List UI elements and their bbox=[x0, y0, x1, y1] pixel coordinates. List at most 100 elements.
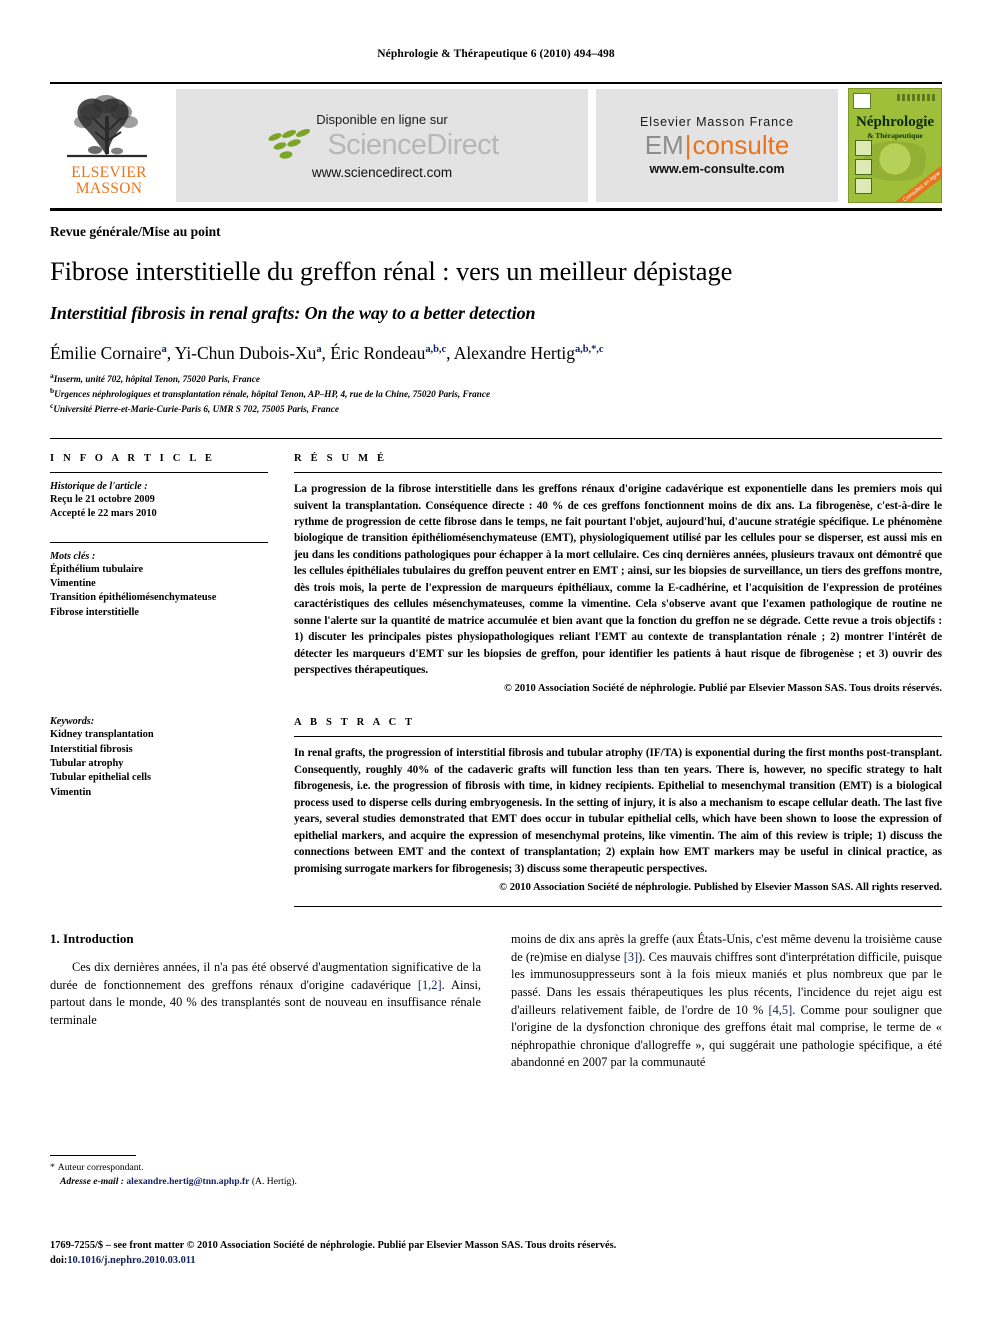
section-title-introduction: 1. Introduction bbox=[50, 931, 134, 947]
intro-paragraph-left: Ces dix dernières années, il n'a pas été… bbox=[50, 959, 481, 1029]
intro-text-a: Ces dix dernières années, il n'a pas été… bbox=[50, 960, 481, 992]
keyword-item: Tubular atrophy bbox=[50, 757, 124, 769]
sciencedirect-logo: ScienceDirect bbox=[265, 128, 499, 163]
elsevier-wordmark: ELSEVIER MASSON bbox=[71, 165, 147, 197]
corresponding-author-footnote: * Auteur correspondant. Adresse e-mail : … bbox=[50, 1155, 481, 1190]
motscle-item: Épithélium tubulaire bbox=[50, 563, 144, 575]
footer-front-matter: 1769-7255/$ – see front matter © 2010 As… bbox=[50, 1240, 617, 1251]
history-received: Reçu le 21 octobre 2009 bbox=[50, 494, 155, 506]
doi-link[interactable]: 10.1016/j.nephro.2010.03.011 bbox=[67, 1255, 195, 1266]
citation-ref[interactable]: [1,2] bbox=[418, 978, 442, 992]
body-column-right: moins de dix ans après la greffe (aux Ét… bbox=[511, 931, 942, 1072]
footnote-corresponding-text: Auteur correspondant. bbox=[57, 1162, 144, 1173]
abstract-region: I N F O A R T I C L E Historique de l'ar… bbox=[50, 438, 942, 908]
page-title: Fibrose interstitielle du greffon rénal … bbox=[50, 256, 733, 286]
footnote-corresponding-line: * Auteur correspondant. bbox=[50, 1161, 481, 1175]
elsevier-masson-logo: ELSEVIER MASSON bbox=[50, 84, 168, 208]
affiliation-list: aInserm, unité 702, hôpital Tenon, 75020… bbox=[50, 371, 942, 416]
abstract-block: A B S T R A C T In renal grafts, the pro… bbox=[294, 717, 942, 893]
sciencedirect-wordmark: ScienceDirect bbox=[327, 129, 499, 161]
motscle-item: Transition épithéliomésenchymateuse bbox=[50, 592, 217, 604]
cover-thumb-3 bbox=[855, 178, 872, 194]
author-name: Éric Rondeau bbox=[330, 342, 426, 363]
sciencedirect-url[interactable]: www.sciencedirect.com bbox=[312, 165, 452, 180]
running-head: Néphrologie & Thérapeutique 6 (2010) 494… bbox=[377, 48, 615, 60]
em-consulte-panel: Elsevier Masson France EM|consulte www.e… bbox=[596, 89, 838, 202]
affiliation-item: bUrgences néphrologiques et transplantat… bbox=[50, 386, 942, 401]
em-consulte-publisher: Elsevier Masson France bbox=[640, 115, 794, 129]
doi-prefix: doi: bbox=[50, 1255, 68, 1267]
keywords-block: Keywords: Kidney transplantation Interst… bbox=[50, 716, 268, 800]
abstract-text: In renal grafts, the progression of inte… bbox=[294, 747, 942, 875]
masthead: ELSEVIER MASSON Disponible en ligne sur bbox=[50, 82, 942, 211]
article-info-column: I N F O A R T I C L E Historique de l'ar… bbox=[50, 453, 294, 907]
resume-copyright: © 2010 Association Société de néphrologi… bbox=[504, 683, 942, 695]
keywords-label: Keywords: bbox=[50, 716, 95, 728]
footer-doi-line: doi:10.1016/j.nephro.2010.03.011 bbox=[50, 1253, 942, 1268]
page-title-english: Interstitial fibrosis in renal grafts: O… bbox=[50, 302, 536, 323]
motscles-label: Mots clés : bbox=[50, 550, 96, 562]
elsevier-wordmark-line1: ELSEVIER bbox=[71, 164, 147, 181]
em-consulte-logo-divider: | bbox=[684, 130, 692, 160]
citation-ref[interactable]: [3] bbox=[624, 950, 638, 964]
title-block: Revue générale/Mise au point Fibrose int… bbox=[50, 211, 942, 416]
author-name: Alexandre Hertig bbox=[453, 342, 575, 363]
sciencedirect-leaves-icon bbox=[268, 128, 311, 159]
cover-journal-title: Néphrologie bbox=[855, 114, 935, 130]
author-separator: , bbox=[321, 342, 331, 363]
author-separator: , bbox=[446, 342, 454, 363]
affiliation-text: Université Pierre-et-Marie-Curie-Paris 6… bbox=[53, 403, 339, 414]
motscle-item: Vimentine bbox=[50, 578, 96, 590]
cover-header-text bbox=[897, 94, 937, 101]
body-column-left: 1. Introduction Ces dix dernières années… bbox=[50, 931, 481, 1072]
resume-rule bbox=[294, 472, 942, 474]
motscle-item: Fibrose interstitielle bbox=[50, 606, 139, 618]
abstract-column: R É S U M É La progression de la fibrose… bbox=[294, 453, 942, 908]
sciencedirect-available-label: Disponible en ligne sur bbox=[316, 111, 448, 127]
resume-text: La progression de la fibrose interstitie… bbox=[294, 483, 942, 677]
author-separator: , bbox=[166, 342, 175, 363]
abstract-copyright: © 2010 Association Société de néphrologi… bbox=[499, 882, 942, 894]
sciencedirect-panel: Disponible en ligne sur ScienceDirect ww… bbox=[176, 89, 588, 202]
author-name: Émilie Cornaire bbox=[50, 342, 162, 363]
author-affiliation-marks: a,b,c bbox=[425, 343, 447, 355]
cover-journal-subtitle: & Thérapeutique bbox=[867, 131, 923, 140]
affiliation-text: Inserm, unité 702, hôpital Tenon, 75020 … bbox=[53, 373, 260, 384]
info-article-rule bbox=[50, 472, 268, 474]
abstract-rule bbox=[294, 736, 942, 738]
intro-paragraph-right: moins de dix ans après la greffe (aux Ét… bbox=[511, 931, 942, 1072]
resume-heading: R É S U M É bbox=[294, 453, 388, 465]
em-consulte-logo-consulte: consulte bbox=[692, 130, 790, 160]
affiliation-item: aInserm, unité 702, hôpital Tenon, 75020… bbox=[50, 371, 942, 386]
author-name: Yi-Chun Dubois-Xu bbox=[174, 342, 317, 363]
footnote-email-line: Adresse e-mail : alexandre.hertig@tnn.ap… bbox=[50, 1175, 481, 1189]
page-footer: 1769-7255/$ – see front matter © 2010 As… bbox=[50, 1238, 942, 1268]
article-body: 1. Introduction Ces dix dernières années… bbox=[50, 931, 942, 1072]
info-article-heading: I N F O A R T I C L E bbox=[50, 453, 216, 465]
keyword-item: Tubular epithelial cells bbox=[50, 772, 152, 784]
footnote-email-label: Adresse e-mail : bbox=[60, 1176, 124, 1188]
author-list: Émilie Cornairea, Yi-Chun Dubois-Xua, Ér… bbox=[50, 343, 942, 364]
citation-ref[interactable]: [4,5] bbox=[768, 1003, 792, 1017]
cover-thumb-2 bbox=[855, 159, 872, 175]
abstract-heading: A B S T R A C T bbox=[294, 717, 416, 729]
affiliation-item: cUniversité Pierre-et-Marie-Curie-Paris … bbox=[50, 401, 942, 416]
footnote-email-link[interactable]: alexandre.hertig@tnn.aphp.fr bbox=[126, 1176, 249, 1187]
footnote-email-owner: (A. Hertig). bbox=[251, 1176, 297, 1188]
elsevier-tree-icon bbox=[67, 95, 147, 158]
keyword-item: Interstitial fibrosis bbox=[50, 743, 133, 755]
elsevier-wordmark-line2: MASSON bbox=[75, 179, 143, 197]
article-type: Revue générale/Mise au point bbox=[50, 224, 221, 239]
journal-cover-thumbnail: Néphrologie & Thérapeutique Consultez en… bbox=[848, 88, 942, 203]
author-affiliation-marks: a,b,*,c bbox=[574, 343, 604, 355]
cover-thumbnail-strip bbox=[855, 140, 872, 197]
journal-article-page: Néphrologie & Thérapeutique 6 (2010) 494… bbox=[0, 0, 992, 1323]
footnote-star-marker: * bbox=[50, 1162, 55, 1173]
em-consulte-url[interactable]: www.em-consulte.com bbox=[650, 162, 785, 176]
keywords-rule bbox=[50, 541, 268, 543]
info-spacer-2 bbox=[50, 620, 268, 712]
em-consulte-logo-em: EM bbox=[644, 130, 684, 160]
affiliation-text: Urgences néphrologiques et transplantati… bbox=[54, 388, 491, 399]
history-label: Historique de l'article : bbox=[50, 481, 148, 493]
